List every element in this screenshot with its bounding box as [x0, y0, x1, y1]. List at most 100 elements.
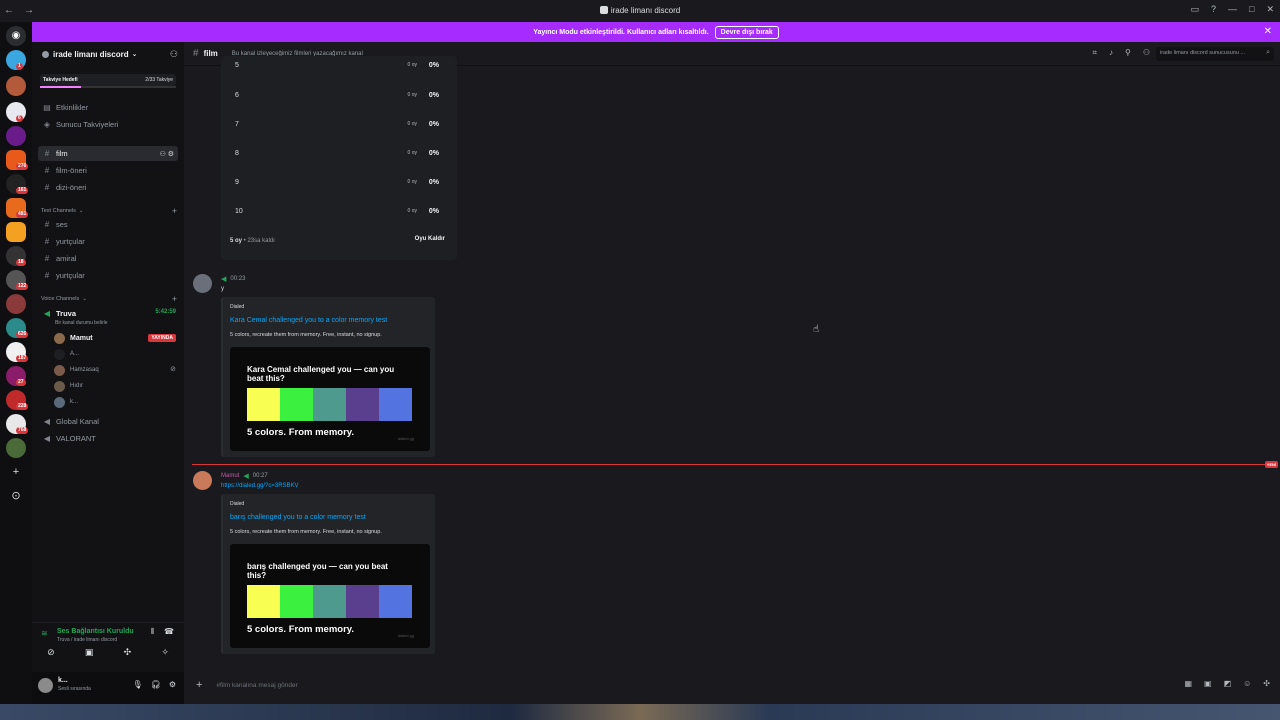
apps-icon[interactable]: ✣ — [1263, 679, 1270, 688]
camera-off-icon[interactable]: ⊘ — [47, 647, 55, 658]
headphones-icon[interactable]: 🎧︎ — [151, 680, 161, 689]
server-badge: 276 — [16, 163, 29, 170]
events-item[interactable]: ▤ Etkinlikler — [38, 100, 178, 115]
avatar[interactable] — [193, 274, 212, 293]
gift-icon[interactable]: ▦ — [1184, 679, 1192, 688]
boost-icon: ◈ — [43, 120, 51, 129]
swatch — [247, 585, 280, 618]
channel-dizi-oneri[interactable]: # dizi-öneri — [38, 180, 178, 195]
signal-icon[interactable]: ≋ — [41, 629, 48, 638]
message-author[interactable]: Mamut — [221, 473, 239, 479]
hash-icon: # — [44, 254, 50, 263]
channel-film[interactable]: # film ⚇ ⚙ — [38, 146, 178, 161]
avatar[interactable] — [193, 471, 212, 490]
server-boosts-item[interactable]: ◈ Sunucu Takviyeleri — [38, 117, 178, 132]
emoji-icon[interactable]: ☺ — [1243, 679, 1251, 688]
embed-title-link[interactable]: Kara Cemal challenged you to a color mem… — [230, 317, 387, 324]
help-icon[interactable]: ? — [1211, 4, 1216, 15]
poll-votes: 0 oy — [407, 150, 417, 156]
notification-bell-icon[interactable]: ♪ — [1109, 48, 1113, 58]
poll-percent: 0% — [428, 120, 439, 128]
add-channel-icon[interactable]: + — [172, 206, 177, 216]
hash-icon: # — [44, 149, 50, 158]
soundboard-icon[interactable]: ✧ — [161, 647, 169, 658]
title-bar: ← → irade limanı discord ▭ ? — □ ✕ — [0, 0, 1280, 22]
voice-channel-label: Global Kanal — [56, 417, 99, 426]
threads-icon[interactable]: ⌗ — [1092, 48, 1097, 58]
settings-icon[interactable]: ⚙ — [169, 680, 176, 689]
pin-icon[interactable]: ⚲ — [1125, 48, 1131, 58]
poll-percent: 0% — [428, 178, 439, 186]
voice-user[interactable]: k... — [54, 395, 78, 409]
minimize-icon[interactable]: — — [1228, 4, 1237, 15]
inbox-icon[interactable]: ▭ — [1190, 4, 1199, 15]
server-8[interactable] — [6, 222, 26, 242]
poll-option[interactable]: 10 0 oy 0% — [235, 204, 445, 218]
embed-title-link[interactable]: barış challenged you to a color memory t… — [230, 514, 366, 521]
poll-option[interactable]: 6 0 oy 0% — [235, 88, 445, 102]
speaker-icon: ◀ — [43, 309, 51, 318]
server-2[interactable] — [6, 76, 26, 96]
embed-description: 5 colors, recreate them from memory. Fre… — [230, 332, 382, 338]
close-notice-icon[interactable]: ✕ — [1264, 26, 1272, 37]
swatch — [346, 585, 379, 618]
voice-channel-valorant[interactable]: ◀ VALORANT — [38, 431, 178, 446]
voice-location[interactable]: Truva / irade limanı discord — [57, 637, 117, 643]
server-4[interactable] — [6, 126, 26, 146]
poll-total: 5 oy — [230, 238, 243, 244]
guild-header[interactable]: irade limanı discord ⌄ ⚇ — [32, 42, 184, 66]
noise-suppression-icon[interactable]: ⦀ — [151, 627, 155, 637]
voice-user[interactable]: A... — [54, 347, 79, 361]
channel-ses[interactable]: # ses — [38, 217, 178, 232]
screen-share-icon[interactable]: ▣ — [85, 647, 94, 658]
embed-image[interactable]: Kara Cemal challenged you — can you beat… — [230, 347, 430, 451]
maximize-icon[interactable]: □ — [1249, 4, 1254, 15]
poll-option[interactable]: 8 0 oy 0% — [235, 146, 445, 160]
sticker-icon[interactable]: ◩ — [1224, 679, 1232, 688]
add-server-icon[interactable]: + — [9, 465, 23, 479]
invite-people-icon[interactable]: ⚇ — [170, 49, 178, 60]
gif-icon[interactable]: ▣ — [1204, 679, 1212, 688]
add-channel-icon[interactable]: + — [172, 294, 177, 304]
search-input[interactable]: irade limanı discord sunucusunu ... ⌕ — [1156, 47, 1274, 61]
add-attachment-icon[interactable]: + — [196, 679, 202, 691]
poll-footer: 5 oy • 23sa kaldı — [230, 238, 275, 244]
activity-icon[interactable]: ✣ — [124, 647, 132, 658]
voice-status-text[interactable]: Bir kanal durumu belirle — [55, 320, 108, 326]
server-11[interactable] — [6, 294, 26, 314]
channel-settings-icon[interactable]: ⚇ ⚙ — [160, 150, 175, 158]
member-list-icon[interactable]: ⚇ — [1143, 48, 1150, 58]
microphone-icon[interactable]: 🎙︎ — [133, 680, 143, 689]
poll-option[interactable]: 5 0 oy 0% — [235, 58, 445, 72]
message-link[interactable]: https://dialed.gg/?c=3RSBKV — [221, 483, 299, 489]
channel-amiral[interactable]: # amiral — [38, 251, 178, 266]
embed-image[interactable]: barış challenged you — can you beat this… — [230, 544, 430, 648]
message-input[interactable]: #film kanalına mesaj gönder — [216, 682, 297, 689]
server-17[interactable] — [6, 438, 26, 458]
message-composer[interactable]: + #film kanalına mesaj gönder ▦ ▣ ◩ ☺ ✣ — [190, 675, 1274, 695]
poll-option[interactable]: 9 0 oy 0% — [235, 175, 445, 189]
voice-channels-category[interactable]: Voice Channels ⌄ + — [41, 294, 177, 304]
text-channels-category[interactable]: Text Channels ⌄ + — [41, 206, 177, 216]
boost-progress — [40, 86, 176, 88]
speaker-icon: ◀ — [43, 434, 51, 443]
disable-button[interactable]: Devre dışı bırak — [714, 25, 779, 39]
remove-vote-button[interactable]: Oyu Kaldır — [415, 236, 445, 242]
voice-channel-global[interactable]: ◀ Global Kanal — [38, 414, 178, 429]
voice-user-name: Hamzasaq — [70, 367, 99, 373]
channel-film-oneri[interactable]: # film-öneri — [38, 163, 178, 178]
discord-home-icon[interactable]: ◉ — [6, 26, 26, 46]
boost-goal[interactable]: Takviye Hedefi 2/33 Takviye — [40, 74, 176, 86]
channel-yurtcular[interactable]: # yurtçular — [38, 234, 178, 249]
avatar[interactable] — [38, 678, 53, 693]
voice-user[interactable]: Hıdır — [54, 379, 83, 393]
disconnect-icon[interactable]: ☎ — [164, 627, 174, 637]
discover-icon[interactable]: ⊙ — [9, 489, 23, 503]
voice-user[interactable]: Mamut — [54, 331, 93, 345]
close-icon[interactable]: ✕ — [1266, 4, 1274, 15]
voice-user[interactable]: Hamzasaq — [54, 363, 99, 377]
channel-yurtcular-2[interactable]: # yurtçular — [38, 268, 178, 283]
swatch — [379, 388, 412, 421]
boost-goal-label: Takviye Hedefi — [43, 77, 78, 83]
poll-option[interactable]: 7 0 oy 0% — [235, 117, 445, 131]
